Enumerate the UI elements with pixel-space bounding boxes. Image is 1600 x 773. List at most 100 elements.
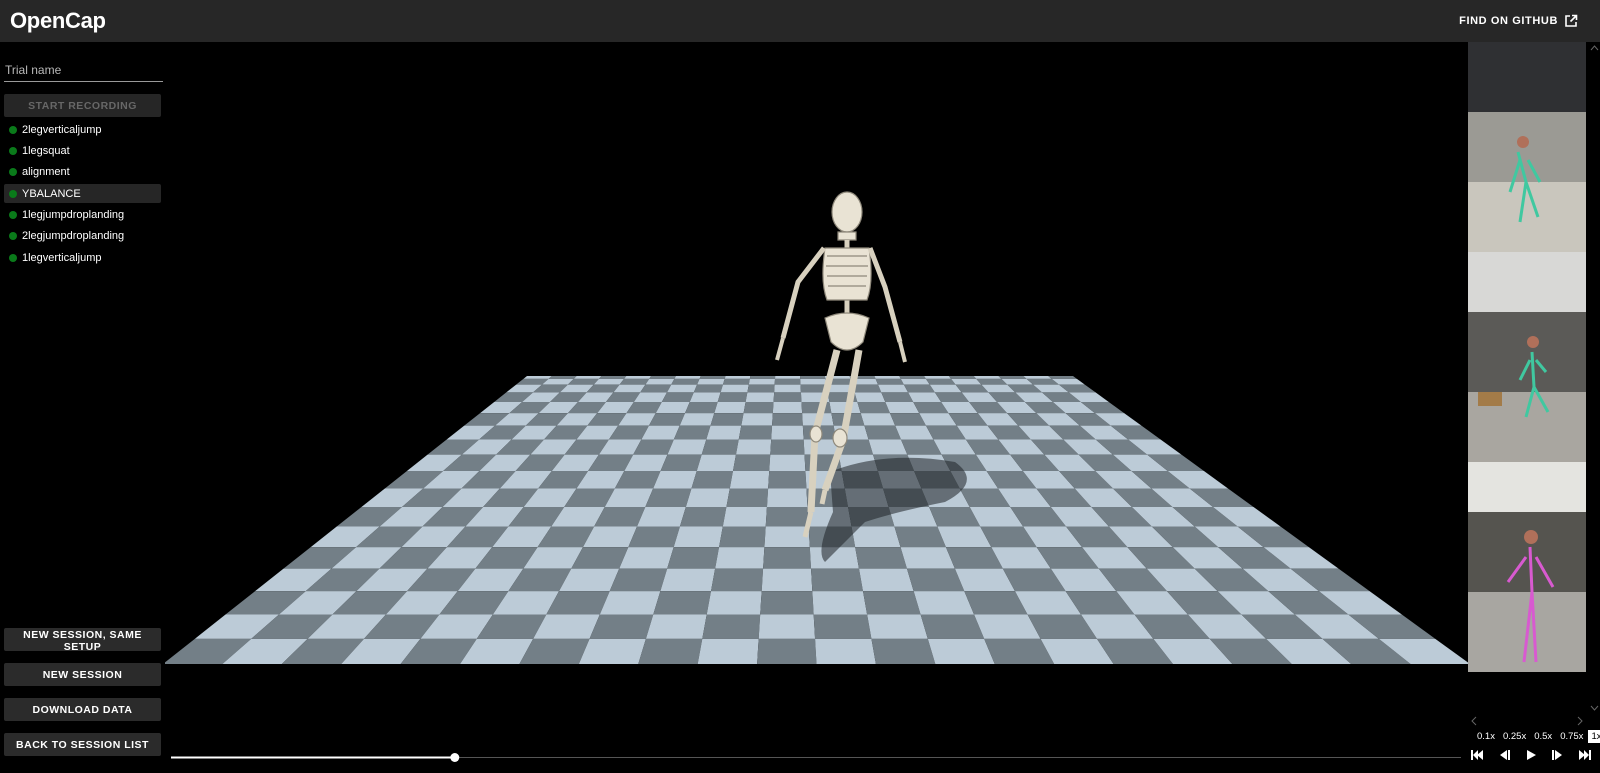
floor-tile xyxy=(775,376,801,379)
floor-tile xyxy=(878,384,909,393)
play-icon[interactable] xyxy=(1524,748,1538,762)
trial-item-label: 1legsquat xyxy=(22,144,70,157)
floor-tile xyxy=(770,439,805,455)
floor-tile xyxy=(951,378,982,385)
floor-tile xyxy=(761,568,813,592)
floor-tile xyxy=(800,378,827,385)
trial-item-label: YBALANCE xyxy=(22,187,81,200)
floor-tile xyxy=(815,638,876,664)
floor-tile xyxy=(875,378,904,385)
trial-item[interactable]: 2legjumpdroplanding xyxy=(4,227,161,246)
vertical-scrollbar[interactable] xyxy=(1589,42,1600,714)
status-dot-icon xyxy=(9,211,17,220)
speed-option[interactable]: 0.1x xyxy=(1474,730,1498,743)
floor-tile xyxy=(714,401,746,414)
floor-tile xyxy=(757,638,817,664)
floor-tile xyxy=(812,591,868,615)
floor-tile xyxy=(763,547,812,569)
skip-to-start-icon[interactable] xyxy=(1470,748,1484,762)
horizontal-scrollbar[interactable] xyxy=(1468,715,1586,727)
github-link-label: FIND ON GITHUB xyxy=(1459,15,1558,27)
floor-tile xyxy=(638,638,703,664)
floor-tile xyxy=(724,376,751,379)
floor-tile xyxy=(764,526,810,548)
floor-tile xyxy=(578,638,646,664)
floor-tile xyxy=(900,547,955,569)
external-link-icon xyxy=(1565,14,1578,27)
trial-item-label: alignment xyxy=(22,166,70,179)
floor-tile xyxy=(867,614,928,639)
trial-item[interactable]: alignment xyxy=(4,163,161,182)
floor-tile xyxy=(722,378,750,385)
floor-tile xyxy=(673,526,723,548)
step-forward-icon[interactable] xyxy=(1551,748,1565,762)
trial-item[interactable]: 2legverticaljump xyxy=(4,120,161,139)
floor-tile xyxy=(868,439,908,455)
floor-tile xyxy=(743,401,774,414)
floor-tile xyxy=(593,378,625,385)
floor-tile xyxy=(998,376,1027,379)
back-to-session-list-button[interactable]: BACK TO SESSION LIST xyxy=(4,733,161,756)
floor-tile xyxy=(645,488,692,507)
floor-tile xyxy=(811,568,863,592)
playback-speed-selector: 0.1x0.25x0.5x0.75x1x2x xyxy=(1474,730,1600,743)
floor-tile xyxy=(860,413,896,426)
floor-tile xyxy=(523,376,552,379)
floor-tile xyxy=(1023,376,1052,379)
speed-option[interactable]: 0.25x xyxy=(1500,730,1529,743)
floor-tile xyxy=(747,384,775,393)
floor-tile xyxy=(660,568,716,592)
floor-tile xyxy=(599,591,661,615)
new-session-button[interactable]: NEW SESSION xyxy=(4,663,161,686)
floor-tile xyxy=(645,614,707,639)
floor-tile xyxy=(772,401,803,414)
floor-tile xyxy=(679,506,727,527)
3d-viewport[interactable] xyxy=(165,42,1468,742)
floor-tile xyxy=(726,488,769,507)
status-dot-icon xyxy=(9,253,17,262)
floor-tile xyxy=(674,376,701,379)
camera-view-2 xyxy=(1468,252,1586,462)
timeline-progress xyxy=(171,756,455,759)
download-data-button[interactable]: DOWNLOAD DATA xyxy=(4,698,161,721)
floor-tile xyxy=(701,439,739,455)
floor-tile xyxy=(667,384,698,393)
camera-view-3 xyxy=(1468,462,1586,672)
speed-option[interactable]: 0.5x xyxy=(1531,730,1555,743)
trial-item[interactable]: YBALANCE xyxy=(4,184,161,204)
status-dot-icon xyxy=(9,232,17,241)
floor-tile xyxy=(609,568,668,592)
status-dot-icon xyxy=(9,146,17,155)
floor-tile xyxy=(685,401,718,414)
skip-to-end-icon[interactable] xyxy=(1578,748,1592,762)
floor-tile xyxy=(729,471,770,489)
new-session-same-setup-button[interactable]: NEW SESSION, SAME SETUP xyxy=(4,628,161,653)
floor-tile xyxy=(706,425,742,440)
trial-item[interactable]: 1legsquat xyxy=(4,141,161,160)
step-back-icon[interactable] xyxy=(1497,748,1511,762)
floor-tile xyxy=(774,384,801,393)
floor-tile xyxy=(771,425,804,440)
trial-item[interactable]: 1legjumpdroplanding xyxy=(4,206,161,225)
floor-tile xyxy=(855,547,907,569)
floor-tile xyxy=(696,454,736,472)
floor-tile xyxy=(548,376,577,379)
floor-tile xyxy=(667,547,720,569)
floor-tile xyxy=(920,614,985,639)
floor-tile xyxy=(732,454,771,472)
floor-tile xyxy=(758,614,816,639)
floor-tile xyxy=(637,506,686,527)
github-link[interactable]: FIND ON GITHUB xyxy=(1459,14,1578,28)
speed-option[interactable]: 1x xyxy=(1588,730,1600,743)
trial-name-input[interactable] xyxy=(4,59,163,82)
start-recording-button[interactable]: START RECORDING xyxy=(4,94,161,117)
floor-tile xyxy=(697,638,759,664)
floor-tile xyxy=(948,376,977,379)
floor-tile xyxy=(774,378,801,385)
speed-option[interactable]: 0.75x xyxy=(1557,730,1586,743)
playback-controls xyxy=(1470,748,1592,762)
timeline-slider[interactable] xyxy=(171,752,1461,764)
floor-tile xyxy=(735,439,772,455)
trial-item[interactable]: 1legverticaljump xyxy=(4,248,161,267)
timeline-thumb xyxy=(450,753,460,762)
